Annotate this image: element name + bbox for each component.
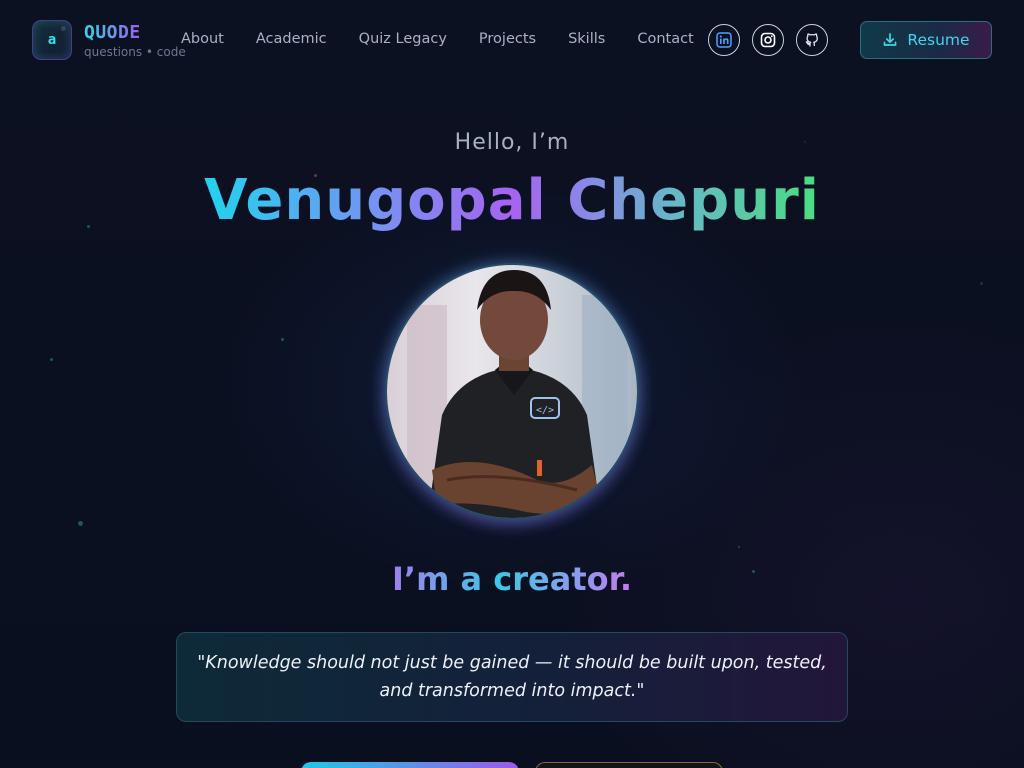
resume-download-button[interactable]: Resume xyxy=(860,21,992,59)
background-star xyxy=(78,521,83,526)
linkedin-link[interactable] xyxy=(708,24,740,56)
quote-card: "Knowledge should not just be gained — i… xyxy=(176,632,848,722)
background-star xyxy=(50,358,53,361)
hero-name: Venugopal Chepuri xyxy=(0,168,1024,233)
svg-text:</>: </> xyxy=(536,405,554,416)
nav-link-contact[interactable]: Contact xyxy=(637,31,693,47)
nav-link-skills[interactable]: Skills xyxy=(568,31,605,47)
quote-text: "Knowledge should not just be gained — i… xyxy=(197,653,827,701)
resume-label: Resume xyxy=(907,31,970,49)
nav-link-about[interactable]: About xyxy=(181,31,224,47)
github-link[interactable] xyxy=(796,24,828,56)
role-tagline-text: I’m a creator. xyxy=(392,560,632,598)
nav-link-projects[interactable]: Projects xyxy=(479,31,536,47)
hero-name-text: Venugopal Chepuri xyxy=(204,168,820,233)
top-navigation: a QUODE questions • code About Academic … xyxy=(0,0,1024,80)
primary-cta-button[interactable] xyxy=(301,762,519,768)
nav-link-academic[interactable]: Academic xyxy=(256,31,327,47)
brand-logo-glyph: a xyxy=(47,32,57,48)
brand-logo[interactable]: a xyxy=(32,20,72,60)
brand-name[interactable]: QUODE xyxy=(84,22,141,43)
background-star xyxy=(281,338,284,341)
hero-greeting: Hello, I’m xyxy=(454,130,570,155)
brand-tagline: questions • code xyxy=(84,45,186,59)
logo-dot xyxy=(61,26,66,31)
linkedin-icon xyxy=(716,32,732,48)
instagram-icon xyxy=(760,32,776,48)
background-star xyxy=(980,282,983,285)
role-tagline: I’m a creator. xyxy=(0,560,1024,598)
github-icon xyxy=(805,33,818,47)
nav-links: About Academic Quiz Legacy Projects Skil… xyxy=(181,31,694,47)
background-star xyxy=(738,546,740,548)
nav-link-quiz-legacy[interactable]: Quiz Legacy xyxy=(359,31,447,47)
instagram-link[interactable] xyxy=(752,24,784,56)
profile-photo: </> xyxy=(385,263,639,520)
download-icon xyxy=(884,33,897,46)
secondary-cta-button[interactable] xyxy=(535,762,723,768)
